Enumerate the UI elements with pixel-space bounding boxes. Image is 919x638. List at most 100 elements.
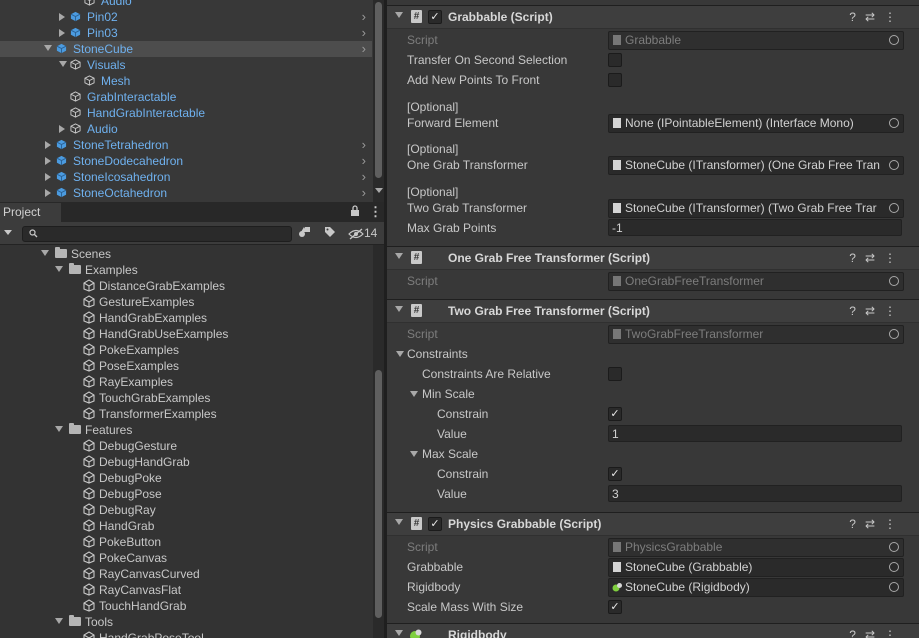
collapse-arrow-icon[interactable]	[410, 391, 418, 397]
hierarchy-row-selected[interactable]: StoneCube ›	[0, 41, 372, 57]
expand-arrow-icon[interactable]	[45, 173, 51, 181]
hierarchy-scrollbar[interactable]	[373, 0, 384, 202]
hierarchy-row[interactable]: StoneIcosahedron ›	[0, 169, 372, 185]
tab-project[interactable]: Project	[0, 203, 61, 222]
filter-by-label-icon[interactable]	[324, 226, 338, 240]
project-scene-item[interactable]: HandGrabExamples	[0, 310, 372, 326]
component-header-grabbable[interactable]: # ✓ Grabbable (Script) ?⇄⋮	[387, 5, 919, 29]
max-grab-points-input[interactable]: -1	[608, 219, 902, 236]
expand-arrow-icon[interactable]	[59, 29, 65, 37]
hierarchy-row[interactable]: Pin03 ›	[0, 25, 372, 41]
expand-arrow-icon[interactable]	[45, 189, 51, 197]
two-grab-transformer-field[interactable]: StoneCube (ITransformer) (Two Grab Free …	[608, 199, 904, 218]
project-scene-item[interactable]: PokeCanvas	[0, 550, 372, 566]
transfer-on-second-selection-checkbox[interactable]	[608, 53, 622, 67]
project-scene-item[interactable]: DebugGesture	[0, 438, 372, 454]
filter-by-type-icon[interactable]	[298, 225, 314, 241]
collapse-arrow-icon[interactable]	[55, 266, 63, 272]
more-options-icon[interactable]: ⋮	[369, 204, 382, 220]
help-icon[interactable]: ?	[849, 10, 865, 24]
project-scene-item[interactable]: HandGrabUseExamples	[0, 326, 372, 342]
more-options-icon[interactable]: ⋮	[884, 304, 905, 318]
project-folder-examples[interactable]: Examples	[0, 262, 372, 278]
more-options-icon[interactable]: ⋮	[884, 517, 905, 531]
collapse-arrow-icon[interactable]	[395, 306, 403, 312]
chevron-right-icon[interactable]: ›	[362, 25, 366, 41]
scrollbar-thumb[interactable]	[375, 2, 382, 178]
max-scale-foldout[interactable]: Max Scale	[422, 445, 478, 463]
one-grab-transformer-field[interactable]: StoneCube (ITransformer) (One Grab Free …	[608, 156, 904, 175]
collapse-arrow-icon[interactable]	[395, 630, 403, 636]
collapse-arrow-icon[interactable]	[395, 253, 403, 259]
expand-arrow-icon[interactable]	[45, 141, 51, 149]
scroll-down-icon[interactable]	[375, 188, 383, 193]
collapse-arrow-icon[interactable]	[55, 618, 63, 624]
collapse-arrow-icon[interactable]	[44, 45, 52, 51]
object-picker-icon[interactable]	[889, 562, 899, 572]
project-scene-item[interactable]: HandGrab	[0, 518, 372, 534]
min-constrain-checkbox[interactable]: ✓	[608, 407, 622, 421]
chevron-right-icon[interactable]: ›	[362, 41, 366, 57]
project-scene-item[interactable]: PokeExamples	[0, 342, 372, 358]
project-scene-item[interactable]: PokeButton	[0, 534, 372, 550]
hierarchy-row[interactable]: StoneTetrahedron ›	[0, 137, 372, 153]
project-scene-item[interactable]: DebugPose	[0, 486, 372, 502]
project-scene-item[interactable]: PoseExamples	[0, 358, 372, 374]
max-value-input[interactable]: 3	[608, 485, 902, 502]
rigidbody-field[interactable]: StoneCube (Rigidbody)	[608, 578, 904, 597]
chevron-right-icon[interactable]: ›	[362, 169, 366, 185]
object-picker-icon[interactable]	[889, 582, 899, 592]
project-scene-item[interactable]: DebugPoke	[0, 470, 372, 486]
help-icon[interactable]: ?	[849, 304, 865, 318]
collapse-arrow-icon[interactable]	[41, 250, 49, 256]
project-folder-tools[interactable]: Tools	[0, 614, 372, 630]
collapse-arrow-icon[interactable]	[59, 61, 67, 67]
chevron-right-icon[interactable]: ›	[362, 153, 366, 169]
project-scene-item[interactable]: RayExamples	[0, 374, 372, 390]
more-options-icon[interactable]: ⋮	[884, 10, 905, 24]
chevron-right-icon[interactable]: ›	[362, 9, 366, 25]
presets-icon[interactable]: ⇄	[865, 10, 884, 24]
component-enabled-checkbox[interactable]: ✓	[428, 517, 442, 531]
project-scene-item[interactable]: DebugRay	[0, 502, 372, 518]
scale-mass-checkbox[interactable]: ✓	[608, 600, 622, 614]
help-icon[interactable]: ?	[849, 251, 865, 265]
project-scene-item[interactable]: RayCanvasCurved	[0, 566, 372, 582]
hierarchy-row[interactable]: Pin02 ›	[0, 9, 372, 25]
collapse-arrow-icon[interactable]	[395, 519, 403, 525]
component-header-one-grab-free-transformer[interactable]: # One Grab Free Transformer (Script) ?⇄⋮	[387, 246, 919, 270]
hierarchy-row[interactable]: Mesh	[0, 73, 372, 89]
project-scrollbar[interactable]	[373, 245, 384, 638]
project-folder-scenes[interactable]: Scenes	[0, 246, 372, 262]
grabbable-field[interactable]: StoneCube (Grabbable)	[608, 558, 904, 577]
min-value-input[interactable]: 1	[608, 425, 902, 442]
component-header-rigidbody[interactable]: Rigidbody ?⇄⋮	[387, 623, 919, 638]
add-new-points-checkbox[interactable]	[608, 73, 622, 87]
help-icon[interactable]: ?	[849, 517, 865, 531]
presets-icon[interactable]: ⇄	[865, 517, 884, 531]
chevron-right-icon[interactable]: ›	[362, 137, 366, 153]
project-scene-item[interactable]: DebugHandGrab	[0, 454, 372, 470]
expand-arrow-icon[interactable]	[59, 125, 65, 133]
hierarchy-row[interactable]: Visuals	[0, 57, 372, 73]
presets-icon[interactable]: ⇄	[865, 304, 884, 318]
object-picker-icon[interactable]	[889, 203, 899, 213]
hierarchy-row[interactable]: StoneOctahedron ›	[0, 185, 372, 201]
project-scene-item[interactable]: TransformerExamples	[0, 406, 372, 422]
help-icon[interactable]: ?	[849, 628, 865, 638]
more-options-icon[interactable]: ⋮	[884, 251, 905, 265]
object-picker-icon[interactable]	[889, 118, 899, 128]
object-picker-icon[interactable]	[889, 160, 899, 170]
collapse-arrow-icon[interactable]	[396, 351, 404, 357]
project-scene-item[interactable]: DistanceGrabExamples	[0, 278, 372, 294]
project-scene-item[interactable]: GestureExamples	[0, 294, 372, 310]
project-scene-item[interactable]: RayCanvasFlat	[0, 582, 372, 598]
project-scene-item[interactable]: HandGrabPoseTool	[0, 630, 372, 638]
expand-arrow-icon[interactable]	[59, 13, 65, 21]
project-scene-item[interactable]: TouchHandGrab	[0, 598, 372, 614]
search-input[interactable]	[22, 226, 292, 242]
collapse-arrow-icon[interactable]	[410, 451, 418, 457]
lock-icon[interactable]	[350, 205, 362, 219]
project-scene-item[interactable]: TouchGrabExamples	[0, 390, 372, 406]
max-constrain-checkbox[interactable]: ✓	[608, 467, 622, 481]
